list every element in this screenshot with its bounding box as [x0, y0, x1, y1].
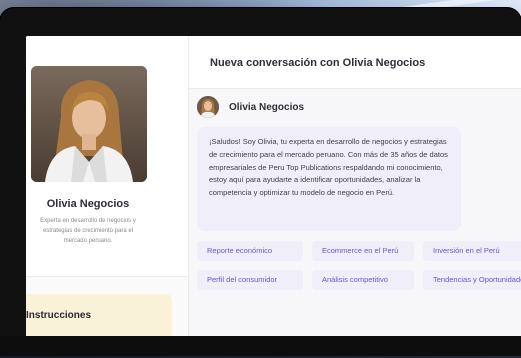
agent-description-line: Experta en desarrollo de negocios y: [40, 218, 136, 224]
agent-description-line: mercado peruano.: [63, 238, 113, 244]
author-portrait-icon: [197, 96, 219, 118]
suggestion-chip[interactable]: Reporte económico: [197, 241, 303, 261]
sidebar: Olivia Negocios Experta en desarrollo de…: [26, 36, 189, 336]
agent-avatar: [31, 66, 147, 182]
message-author: Olivia Negocios: [229, 102, 305, 113]
agent-portrait-icon: [31, 66, 147, 182]
agent-description: Experta en desarrollo de negocios y estr…: [26, 216, 150, 246]
chat-main: Nueva conversación con Olivia Negocios O…: [189, 36, 521, 336]
message-text: ¡Saludos! Soy Olivia, tu experta en desa…: [209, 137, 448, 198]
suggestion-chips: Reporte económico Ecommerce en el Perú I…: [197, 241, 521, 301]
instructions-title: Instrucciones: [26, 310, 92, 321]
bottom-bezel: [0, 336, 521, 356]
author-avatar: [197, 96, 219, 118]
app-screen: Olivia Negocios Experta en desarrollo de…: [26, 36, 521, 336]
agent-name: Olivia Negocios: [46, 198, 130, 210]
suggestion-chip[interactable]: Perfil del consumidor: [197, 270, 303, 290]
agent-description-line: estrategias de crecimiento para el: [42, 228, 134, 234]
suggestion-chip[interactable]: Ecommerce en el Perú: [312, 241, 414, 261]
conversation-title: Nueva conversación con Olivia Negocios: [210, 57, 426, 69]
suggestion-chip[interactable]: Inversión en el Perú: [423, 241, 521, 261]
instructions-panel[interactable]: Instrucciones: [26, 294, 172, 336]
message-bubble: ¡Saludos! Soy Olivia, tu experta en desa…: [197, 127, 461, 231]
agent-profile-card: Olivia Negocios Experta en desarrollo de…: [26, 36, 188, 277]
chat-header: Nueva conversación con Olivia Negocios: [189, 36, 521, 89]
suggestion-chip[interactable]: Análisis competitivo: [312, 270, 414, 290]
laptop-frame: Olivia Negocios Experta en desarrollo de…: [0, 8, 521, 356]
suggestion-chip[interactable]: Tendencias y Oportunidades: [423, 270, 521, 290]
